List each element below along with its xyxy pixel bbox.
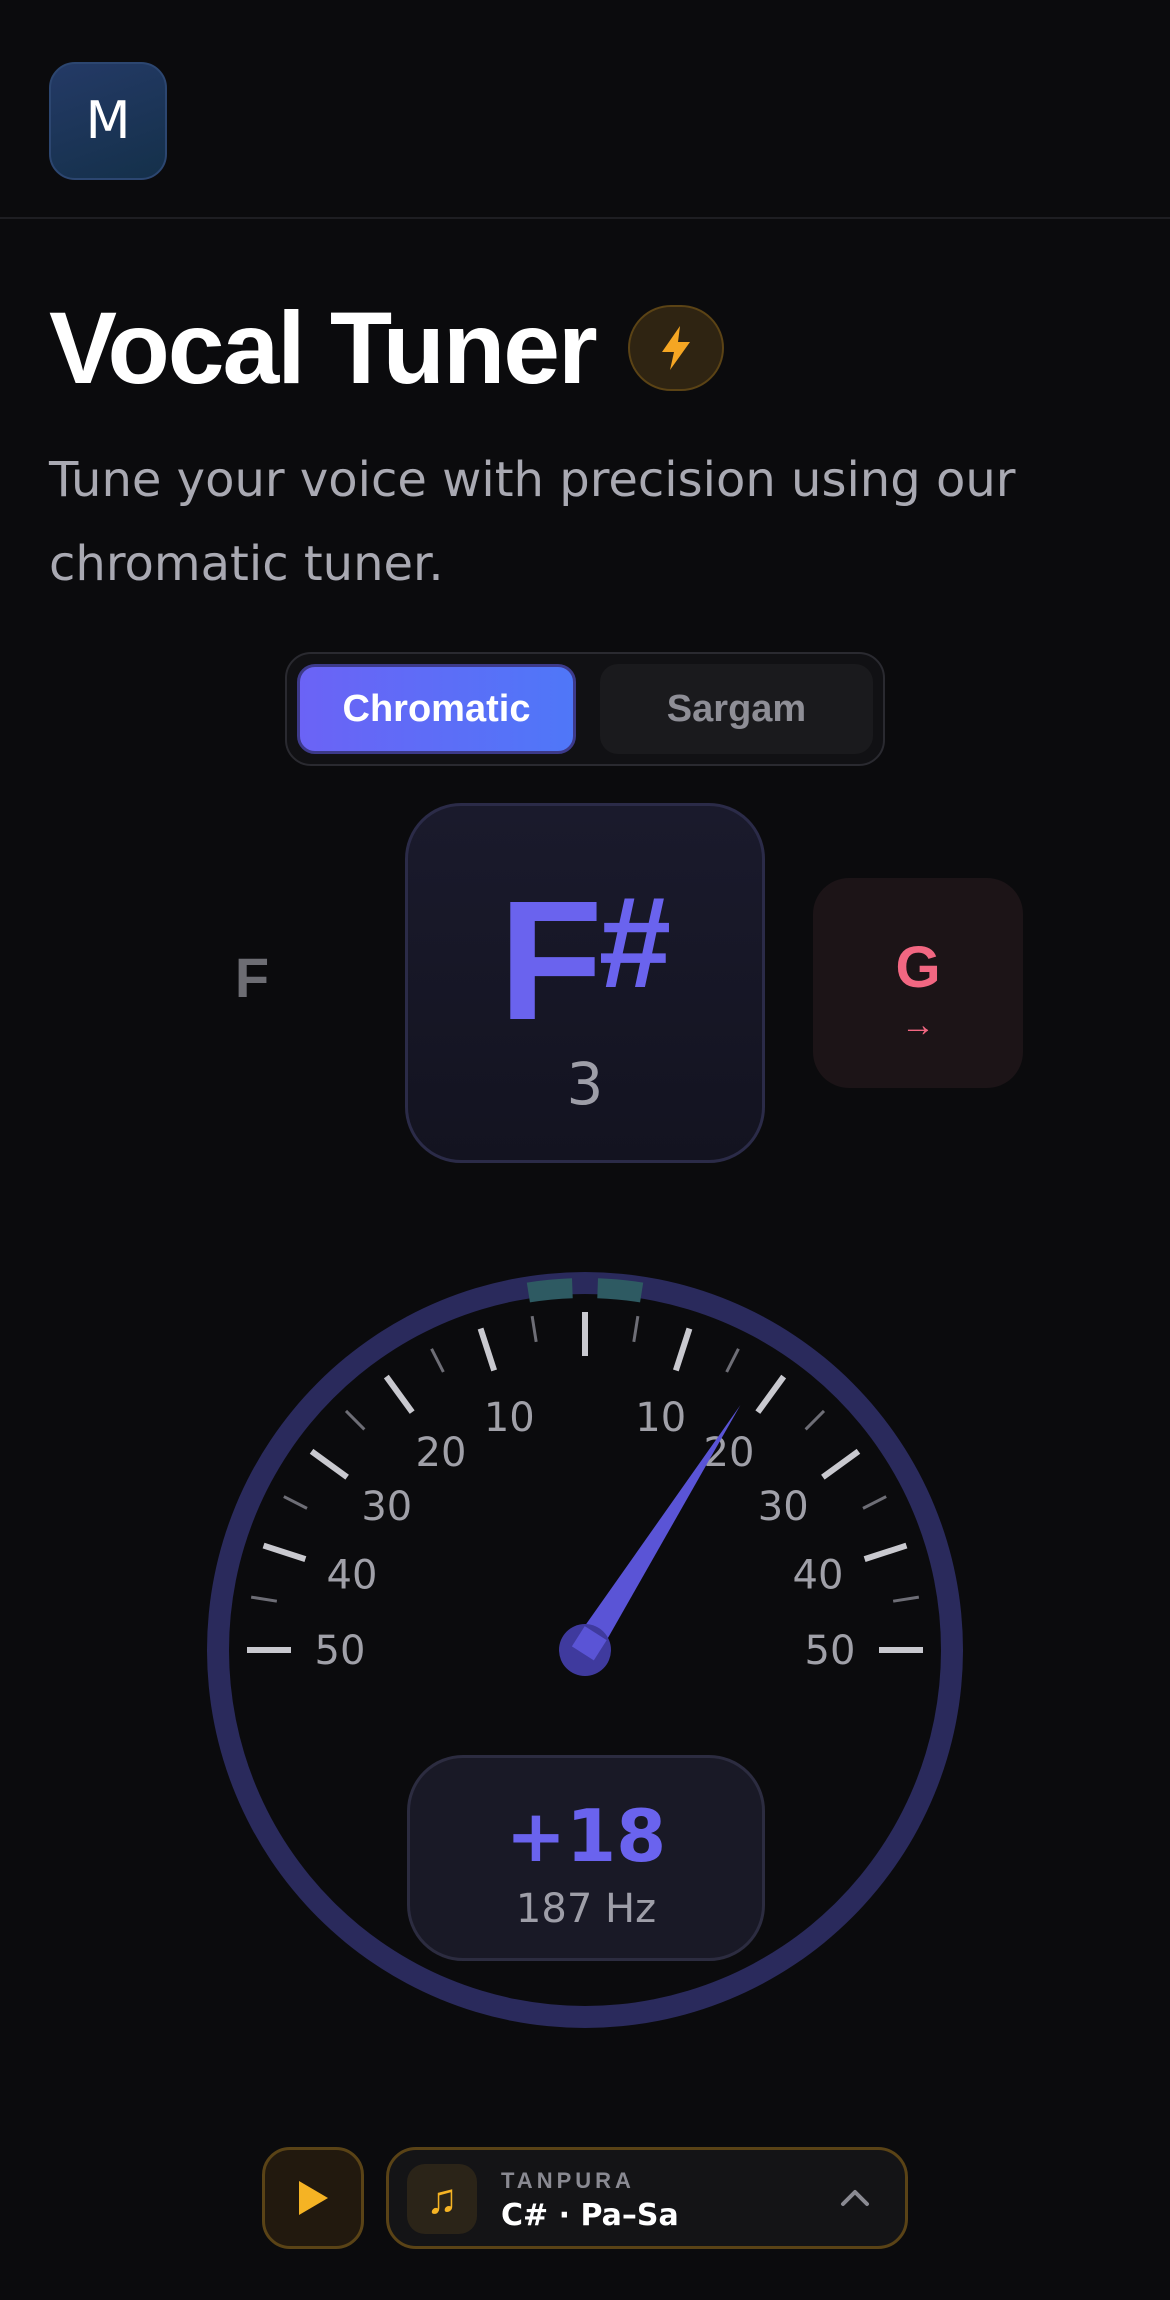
gauge-scale-label: 10 xyxy=(484,1395,535,1441)
gauge-scale-label: 30 xyxy=(361,1484,412,1530)
cents-value: +18 xyxy=(505,1794,667,1878)
gauge-scale-label: 50 xyxy=(805,1628,856,1674)
arrow-right-icon: → xyxy=(901,1006,935,1044)
next-note-card[interactable]: G → xyxy=(813,878,1023,1088)
avatar[interactable]: M xyxy=(49,62,167,180)
current-note-letter: F xyxy=(498,866,603,1056)
current-note: F# xyxy=(408,876,762,1046)
page-title: Vocal Tuner xyxy=(49,291,598,405)
tanpura-kicker: TANPURA xyxy=(501,2168,635,2193)
tab-chromatic[interactable]: Chromatic xyxy=(297,664,576,754)
current-note-octave: 3 xyxy=(566,1050,604,1118)
cents-readout: +18 187 Hz xyxy=(407,1755,765,1961)
lightning-bolt-icon xyxy=(627,305,724,391)
page-subtitle: Tune your voice with precision using our… xyxy=(49,452,1016,592)
tab-sargam[interactable]: Sargam xyxy=(600,664,873,754)
tanpura-value: C# · Pa–Sa xyxy=(501,2198,679,2233)
chevron-up-icon[interactable] xyxy=(835,2178,875,2218)
play-button[interactable] xyxy=(262,2147,364,2249)
music-note-icon: ♫ xyxy=(407,2164,477,2234)
current-note-card: F# 3 xyxy=(405,803,765,1163)
next-note: G xyxy=(895,935,941,1000)
gauge-scale-label: 30 xyxy=(758,1484,809,1530)
gauge-scale-label: 20 xyxy=(416,1430,467,1476)
current-note-accidental: # xyxy=(598,869,672,1015)
tanpura-selector[interactable]: ♫ TANPURA C# · Pa–Sa xyxy=(386,2147,908,2249)
title-row: Vocal Tuner xyxy=(49,288,724,408)
gauge-scale-label: 40 xyxy=(327,1552,378,1598)
gauge-scale-label: 40 xyxy=(793,1552,844,1598)
mode-toggle: Chromatic Sargam xyxy=(285,652,885,766)
top-bar: M xyxy=(0,0,1170,219)
frequency-value: 187 Hz xyxy=(515,1886,657,1932)
gauge-scale-label: 50 xyxy=(315,1628,366,1674)
previous-note: F xyxy=(234,946,270,1009)
play-icon xyxy=(299,2181,328,2215)
gauge-scale-label: 10 xyxy=(635,1395,686,1441)
